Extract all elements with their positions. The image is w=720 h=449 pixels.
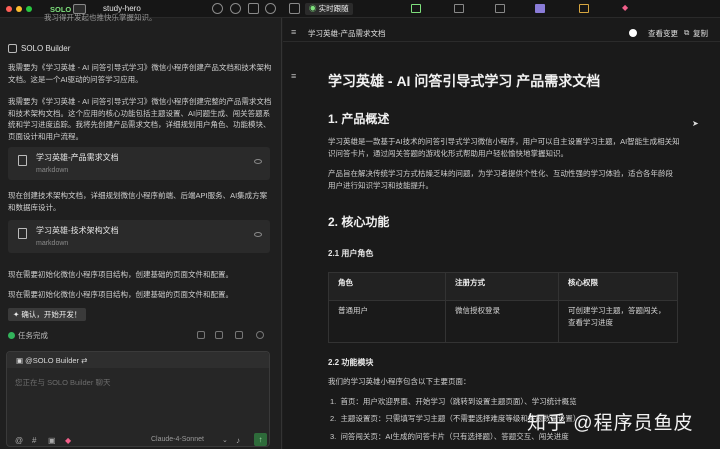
microphone-icon[interactable]: ♪	[236, 436, 240, 445]
tab-preview-icon[interactable]	[579, 4, 589, 13]
tab-terminal-icon[interactable]	[411, 4, 421, 13]
check-circle-icon	[8, 332, 15, 339]
document-panel: ◉ 实时跟随 ◆ ≡ 学习英雄-产品需求文档 查看变更 ⧉ 复制 ≡ ➤ 学习英…	[283, 3, 720, 449]
thumbs-down-icon[interactable]	[215, 331, 223, 339]
view-changes-button[interactable]: 查看变更	[648, 28, 678, 39]
document-header: ≡ 学习英雄-产品需求文档 查看变更 ⧉ 复制	[283, 24, 720, 42]
app-window: SOLO study-hero 我习得开发起也推快乐掌握知识。 SOLO Bui…	[0, 0, 720, 449]
preview-eye-icon[interactable]	[254, 159, 262, 164]
minimize-window-button[interactable]	[16, 6, 22, 12]
doc-card-title: 学习英雄-技术架构文档	[36, 226, 119, 235]
doc-card-title: 学习英雄-产品需求文档	[36, 153, 119, 162]
chat-message: 现在创建技术架构文档，详细规划微信小程序前端、后端API服务、AI集成方案和数据…	[8, 191, 268, 212]
section-heading: 2. 核心功能	[328, 215, 390, 229]
toggle-icon[interactable]	[629, 29, 637, 37]
subsection-heading: 2.2 功能模块	[328, 358, 374, 367]
live-icon: ◉	[309, 4, 319, 13]
doc-card-type: markdown	[36, 240, 69, 247]
document-file-title: 学习英雄-产品需求文档	[308, 29, 386, 38]
tab-figma-icon[interactable]: ◆	[622, 3, 632, 12]
chat-message: 我需要为《学习英雄 - AI 问答引导式学习》微信小程序创建产品文档和技术架构文…	[8, 63, 272, 84]
chat-panel: 我习得开发起也推快乐掌握知识。 SOLO Builder 我需要为《学习英雄 -…	[0, 13, 282, 449]
mention-bar: ▣ @SOLO Builder ⇄	[7, 352, 269, 368]
document-icon	[18, 228, 27, 239]
copy-doc-icon[interactable]: ⧉	[684, 28, 689, 38]
doc-card-type: markdown	[36, 167, 69, 174]
paragraph: 产品旨在解决传统学习方式枯燥乏味的问题，为学习者提供个性化、互动性强的学习体验，…	[328, 169, 673, 190]
builder-name: SOLO Builder	[21, 44, 71, 53]
chat-input-box[interactable]: ▣ @SOLO Builder ⇄ 您正在与 SOLO Builder 聊天 @…	[6, 351, 270, 447]
thumbs-up-icon[interactable]	[197, 331, 205, 339]
model-selector[interactable]: Claude-4-Sonnet	[151, 436, 204, 443]
doc-title: 学习英雄 - AI 问答引导式学习 产品需求文档	[328, 73, 601, 89]
list-item-text: 首页：用户欢迎界面、开始学习（跳转到设置主题页面）、学习统计概览	[340, 397, 577, 406]
mention-tag[interactable]: ▣ @SOLO Builder ⇄	[16, 356, 87, 365]
figma-icon[interactable]: ◆	[65, 436, 71, 445]
retry-icon[interactable]	[256, 331, 264, 339]
subsection-heading: 2.1 用户角色	[328, 249, 374, 258]
table-row: 普通用户 微信授权登录 可创建学习主题，答题闯关，查看学习进度	[328, 300, 678, 343]
tab-document-icon[interactable]	[535, 4, 545, 13]
chat-message: 我需要为《学习英雄 - AI 问答引导式学习》微信小程序创建完整的产品需求文档和…	[8, 97, 272, 141]
tab-editor-icon[interactable]	[495, 4, 505, 13]
toc-icon[interactable]: ≡	[291, 71, 296, 81]
close-window-button[interactable]	[6, 6, 12, 12]
copy-icon[interactable]	[235, 331, 243, 339]
doc-card-prd[interactable]: 学习英雄-产品需求文档 markdown	[8, 147, 270, 180]
send-button[interactable]: ↑	[254, 433, 267, 446]
chat-input-placeholder[interactable]: 您正在与 SOLO Builder 聊天	[15, 377, 110, 388]
watermark: 知乎 @程序员鱼皮	[527, 413, 694, 434]
chat-scrolled-text: 我习得开发起也推快乐掌握知识。	[44, 13, 157, 22]
maximize-window-button[interactable]	[26, 6, 32, 12]
preview-eye-icon[interactable]	[254, 232, 262, 237]
tab-live-label: 实时跟随	[318, 4, 349, 13]
confirm-start-dev-button[interactable]: ✦ 确认，开始开发！	[8, 308, 87, 321]
section-heading: 1. 产品概述	[328, 112, 390, 126]
builder-avatar-icon	[8, 44, 17, 53]
image-icon[interactable]: ▣	[48, 436, 56, 445]
table-header: 角色	[328, 272, 446, 301]
task-status-label: 任务完成	[18, 331, 48, 340]
table-cell: 可创建学习主题，答题闯关，查看学习进度	[558, 300, 678, 343]
table-cell: 普通用户	[328, 300, 446, 343]
paragraph: 我们的学习英雄小程序包含以下主要页面：	[328, 377, 471, 386]
tab-browser-icon[interactable]	[454, 4, 464, 13]
copy-button[interactable]: 复制	[693, 28, 708, 39]
confirm-label: 确认，开始开发！	[21, 310, 82, 319]
table-header: 注册方式	[445, 272, 559, 301]
at-icon[interactable]: @	[15, 436, 23, 445]
roles-table: 角色 注册方式 核心权限 普通用户 微信授权登录 可创建学习主题，答题闯关，查看…	[328, 272, 678, 343]
list-item: 1. 首页：用户欢迎界面、开始学习（跳转到设置主题页面）、学习统计概览	[330, 397, 577, 406]
model-dropdown-icon[interactable]: ⌄	[222, 436, 228, 444]
chat-message: 现在需要初始化微信小程序项目结构，创建基础的页面文件和配置。	[8, 290, 233, 299]
table-header: 核心权限	[558, 272, 678, 301]
mention-label: @SOLO Builder	[25, 356, 80, 365]
table-cell: 微信授权登录	[445, 300, 559, 343]
shuffle-icon[interactable]: ⇄	[79, 356, 87, 365]
chat-message: 现在需要初始化微信小程序项目结构，创建基础的页面文件和配置。	[8, 270, 233, 279]
doc-card-architecture[interactable]: 学习英雄-技术架构文档 markdown	[8, 220, 270, 253]
builder-mini-icon: ▣	[16, 356, 26, 365]
mouse-cursor-icon: ➤	[692, 119, 699, 128]
table-header-row: 角色 注册方式 核心权限	[328, 272, 678, 301]
task-status: 任务完成	[8, 330, 48, 341]
paragraph: 学习英雄是一款基于AI技术的问答引导式学习微信小程序，用户可以自主设置学习主题，…	[328, 137, 680, 158]
outline-menu-icon[interactable]: ≡	[291, 27, 296, 37]
tab-live-follow[interactable]: ◉ 实时跟随	[305, 3, 353, 15]
document-icon	[18, 155, 27, 166]
hash-icon[interactable]: #	[32, 436, 36, 445]
